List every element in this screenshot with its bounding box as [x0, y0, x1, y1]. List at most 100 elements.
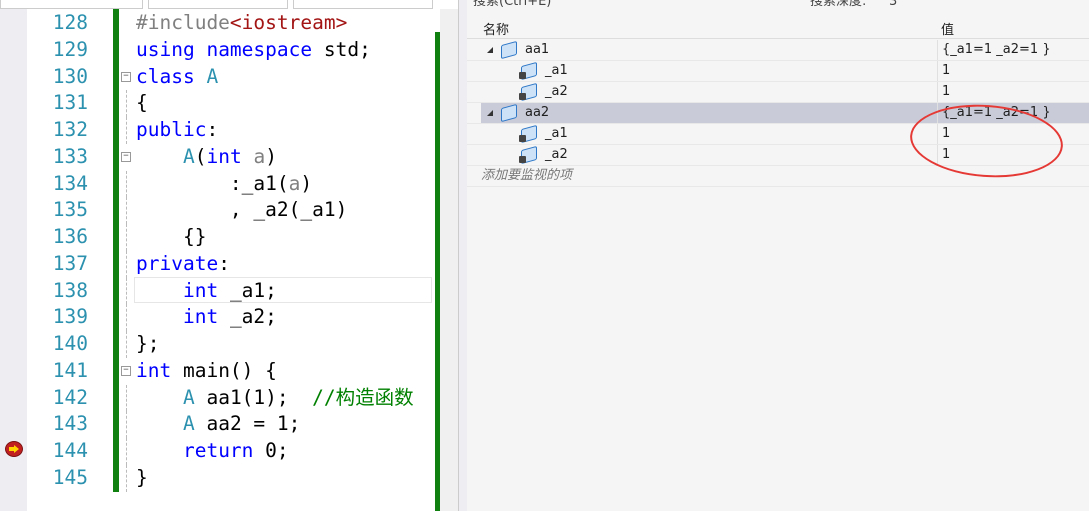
- outline-guide: [126, 304, 127, 331]
- line-number: 142: [52, 385, 88, 409]
- line-number: 133: [52, 144, 88, 168]
- watch-row[interactable]: _a2 1: [467, 82, 1089, 103]
- code-text: A(int a): [182, 144, 277, 168]
- code-text: using namespace std;: [136, 37, 371, 61]
- watch-value[interactable]: {_a1=1 _a2=1 }: [937, 40, 1089, 60]
- breakpoint-current-statement-icon[interactable]: [5, 441, 23, 457]
- line-number: 137: [52, 251, 88, 275]
- code-text: , _a2(_a1): [136, 198, 348, 222]
- code-text: #include<iostream>: [136, 11, 348, 34]
- object-icon: [501, 40, 517, 60]
- code-line[interactable]: 140};: [0, 331, 440, 358]
- code-line[interactable]: 137 private:: [0, 250, 440, 278]
- code-text: {: [136, 91, 148, 115]
- code-text: private:: [136, 251, 230, 275]
- code-line[interactable]: 132 public:: [0, 117, 440, 144]
- line-number: 130: [52, 64, 88, 88]
- splitter[interactable]: [458, 0, 467, 511]
- search-depth-select[interactable]: 3: [889, 0, 897, 12]
- line-number: 143: [52, 412, 88, 436]
- expand-triangle-icon[interactable]: [487, 47, 493, 53]
- code-text: {}: [136, 225, 207, 248]
- project-dropdown[interactable]: [0, 0, 143, 9]
- watch-panel: 搜索(Ctrl+E) 搜索深度: 3 名称 值 aa1 {_a1=1 _a2=1…: [467, 0, 1089, 511]
- outline-guide: [126, 90, 127, 117]
- code-line[interactable]: 136 {}: [0, 224, 440, 251]
- code-line[interactable]: 144 return 0;: [0, 438, 440, 465]
- line-number: 131: [52, 91, 88, 115]
- outline-guide: [126, 384, 127, 412]
- code-line[interactable]: 129 using namespace std;: [0, 37, 440, 64]
- outline-guide: [126, 197, 127, 224]
- outline-guide: [126, 438, 127, 465]
- lock-icon: [519, 156, 526, 163]
- code-line[interactable]: 128 #include<iostream>: [0, 10, 440, 37]
- outline-guide: [126, 331, 127, 358]
- code-line[interactable]: 131 {: [0, 90, 440, 117]
- collapse-icon[interactable]: −: [121, 365, 131, 376]
- lock-icon: [519, 93, 526, 100]
- outline-guide: [126, 411, 127, 438]
- outline-guide: [126, 464, 127, 492]
- collapse-icon[interactable]: −: [121, 71, 131, 82]
- member-dropdown[interactable]: [293, 0, 433, 9]
- code-text: public:: [136, 118, 219, 141]
- code-line[interactable]: 145}: [0, 464, 440, 492]
- lock-icon: [519, 135, 526, 142]
- code-line[interactable]: 138 int _a1;: [0, 277, 440, 305]
- code-line[interactable]: 130 − class A: [0, 64, 440, 91]
- watch-name: _a1: [545, 63, 568, 78]
- code-text: class A: [136, 64, 219, 88]
- outline-guide: [126, 250, 127, 278]
- code-line[interactable]: 142 A aa1(1); //构造函数: [0, 384, 440, 412]
- line-number: 139: [52, 305, 88, 329]
- line-number: 134: [52, 171, 88, 195]
- line-number: 132: [52, 118, 88, 141]
- watch-name: aa1: [525, 42, 550, 57]
- code-line[interactable]: 141 − int main() {: [0, 358, 440, 385]
- code-line[interactable]: 135 , _a2(_a1): [0, 197, 440, 224]
- code-text: A aa1(1); //构造函数: [182, 385, 414, 409]
- watch-row[interactable]: _a1 1: [467, 61, 1089, 82]
- column-name-header[interactable]: 名称: [483, 19, 509, 38]
- search-input[interactable]: 搜索(Ctrl+E): [473, 0, 551, 12]
- code-text: return 0;: [182, 439, 289, 462]
- code-line[interactable]: 139 int _a2;: [0, 304, 440, 331]
- code-editor[interactable]: 128 #include<iostream> 129 using namespace …: [0, 0, 462, 511]
- line-number: 129: [52, 37, 88, 61]
- code-text: A aa2 = 1;: [182, 412, 301, 436]
- watch-value[interactable]: 1: [937, 61, 1089, 81]
- code-line[interactable]: 143 A aa2 = 1;: [0, 411, 440, 438]
- add-watch-placeholder[interactable]: 添加要监视的项: [481, 166, 572, 186]
- watch-row[interactable]: aa1 {_a1=1 _a2=1 }: [467, 40, 1089, 61]
- code-text: };: [136, 332, 160, 355]
- line-number: 136: [52, 225, 88, 248]
- watch-name: _a2: [545, 147, 568, 162]
- code-line[interactable]: 134 :_a1(a): [0, 170, 440, 198]
- code-text: :_a1(a): [136, 171, 313, 195]
- vertical-scrollbar[interactable]: [440, 9, 458, 511]
- code-line[interactable]: 133 − A(int a): [0, 144, 440, 171]
- collapse-icon[interactable]: −: [121, 151, 131, 162]
- watch-value[interactable]: 1: [937, 82, 1089, 102]
- line-number: 140: [52, 332, 88, 355]
- code-lines[interactable]: 128 #include<iostream> 129 using namespace …: [0, 10, 440, 492]
- line-number: 145: [52, 465, 88, 489]
- column-value-header[interactable]: 值: [941, 19, 954, 38]
- line-number: 141: [52, 358, 88, 382]
- line-number: 135: [52, 198, 88, 222]
- outline-guide: [126, 277, 127, 305]
- lock-icon: [519, 72, 526, 79]
- code-text: }: [136, 465, 148, 489]
- search-depth-label: 搜索深度:: [810, 0, 867, 9]
- line-number: 128: [52, 11, 88, 34]
- line-number: 138: [52, 278, 88, 302]
- code-text: int _a2;: [182, 305, 277, 329]
- watch-name: _a2: [545, 84, 568, 99]
- outline-guide: [126, 170, 127, 198]
- line-number: 144: [52, 439, 88, 462]
- scope-dropdown[interactable]: [148, 0, 288, 9]
- expand-triangle-icon[interactable]: [487, 110, 493, 116]
- code-text: int main() {: [136, 358, 277, 382]
- object-icon: [501, 103, 517, 123]
